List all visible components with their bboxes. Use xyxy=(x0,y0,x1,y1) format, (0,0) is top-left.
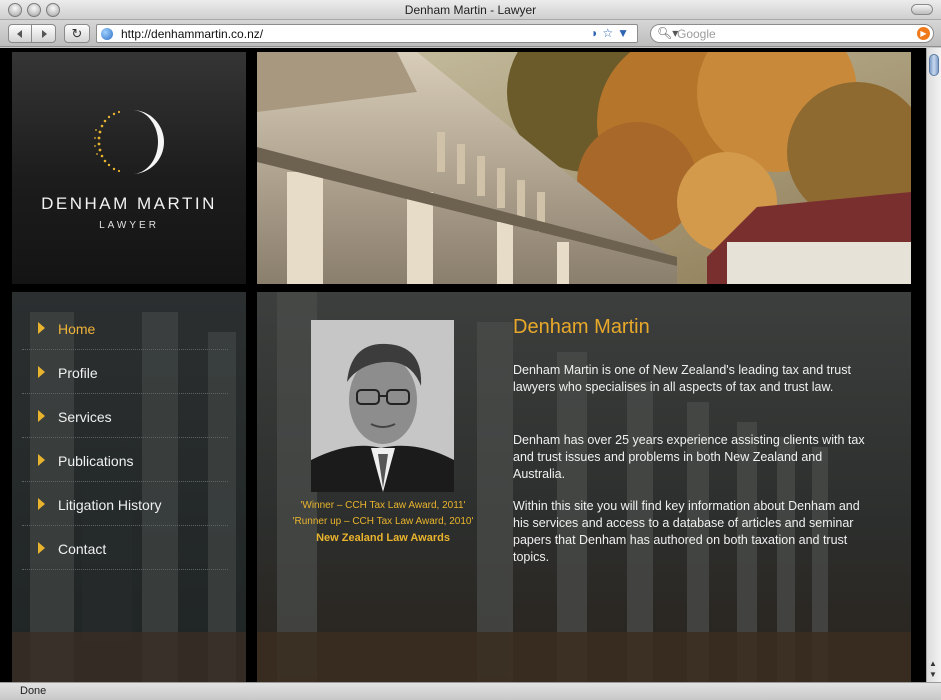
window-titlebar: Denham Martin - Lawyer xyxy=(0,0,941,20)
globe-icon xyxy=(101,28,113,40)
colonnade-autumn-photo xyxy=(257,52,911,284)
page-viewport: DENHAM MARTIN LAWYER Home Profile Servic… xyxy=(0,48,926,682)
address-bar-icons: ◗☆▼ xyxy=(591,26,633,40)
scroll-arrows-icon[interactable]: ▲ ▼ xyxy=(929,658,937,680)
intro-paragraph-1: Denham Martin is one of New Zealand's le… xyxy=(513,363,851,394)
rss-icon[interactable]: ◗ xyxy=(591,26,602,40)
intro-paragraph-2: Denham has over 25 years experience assi… xyxy=(513,433,865,481)
page-title: Denham Martin xyxy=(513,316,650,338)
portrait-photo xyxy=(311,320,454,492)
window-title: Denham Martin - Lawyer xyxy=(404,3,537,17)
reload-icon: ↻ xyxy=(71,25,83,41)
awards-caption: 'Winner – CCH Tax Law Award, 2011' 'Runn… xyxy=(277,498,489,546)
forward-button[interactable] xyxy=(32,24,56,43)
forward-arrow-icon xyxy=(41,29,47,38)
browser-toolbar: ↻ http://denhammartin.co.nz/ ◗☆▼ 🔍︎▾ Goo… xyxy=(0,20,941,47)
address-text[interactable]: http://denhammartin.co.nz/ xyxy=(121,27,263,41)
logo-name: DENHAM MARTIN xyxy=(41,194,217,213)
nav-arrow-icon xyxy=(38,454,45,466)
back-arrow-icon xyxy=(17,29,22,38)
sidebar-nav: Home Profile Services Publications Litig… xyxy=(12,292,246,682)
nav-arrow-icon xyxy=(38,410,45,422)
search-bar[interactable]: 🔍︎▾ Google ▶ xyxy=(650,24,934,43)
logo-subtitle: LAWYER xyxy=(99,220,159,231)
toolbar-toggle-icon[interactable] xyxy=(911,4,933,15)
search-go-icon[interactable]: ▶ xyxy=(917,27,930,40)
address-bar[interactable]: http://denhammartin.co.nz/ ◗☆▼ xyxy=(96,24,638,43)
back-button[interactable] xyxy=(8,24,32,43)
dropdown-arrow-icon[interactable]: ▼ xyxy=(617,26,633,40)
nav-arrow-icon xyxy=(38,498,45,510)
nav-item-label[interactable]: Litigation History xyxy=(58,497,162,513)
nav-arrow-icon xyxy=(38,366,45,378)
logo-panel[interactable]: DENHAM MARTIN LAWYER xyxy=(12,52,246,284)
hero-image xyxy=(257,52,911,284)
award-line-2: 'Runner up – CCH Tax Law Award, 2010' xyxy=(292,516,474,527)
nav-item-home[interactable]: Home xyxy=(22,306,228,350)
intro-paragraph-3: Within this site you will find key infor… xyxy=(513,499,860,564)
search-input[interactable]: Google xyxy=(677,27,716,41)
scrollbar-thumb[interactable] xyxy=(929,54,939,76)
nav-item-litigation-history[interactable]: Litigation History xyxy=(22,482,228,526)
award-line-3: New Zealand Law Awards xyxy=(316,532,450,544)
nav-item-label[interactable]: Home xyxy=(58,321,95,337)
nav-item-label[interactable]: Publications xyxy=(58,453,134,469)
nav-arrow-icon xyxy=(38,542,45,554)
nav-item-profile[interactable]: Profile xyxy=(22,350,228,394)
main-content: 'Winner – CCH Tax Law Award, 2011' 'Runn… xyxy=(257,292,911,682)
nav-item-contact[interactable]: Contact xyxy=(22,526,228,570)
nav-item-label[interactable]: Contact xyxy=(58,541,106,557)
nav-item-label[interactable]: Services xyxy=(58,409,112,425)
search-engine-icon[interactable]: 🔍︎▾ xyxy=(657,26,678,40)
status-text: Done xyxy=(20,685,47,697)
denham-martin-portrait xyxy=(311,320,454,492)
logo-crescent-icon xyxy=(94,110,164,174)
nav-item-label[interactable]: Profile xyxy=(58,365,98,381)
nav-item-publications[interactable]: Publications xyxy=(22,438,228,482)
reload-button[interactable]: ↻ xyxy=(64,24,90,43)
nav-list: Home Profile Services Publications Litig… xyxy=(22,306,228,570)
bookmark-star-icon[interactable]: ☆ xyxy=(602,26,617,40)
vertical-scrollbar[interactable]: ▲ ▼ xyxy=(926,48,941,682)
award-line-1: 'Winner – CCH Tax Law Award, 2011' xyxy=(300,500,466,511)
nav-arrow-icon xyxy=(38,322,45,334)
status-bar: Done xyxy=(0,682,941,700)
nav-item-services[interactable]: Services xyxy=(22,394,228,438)
